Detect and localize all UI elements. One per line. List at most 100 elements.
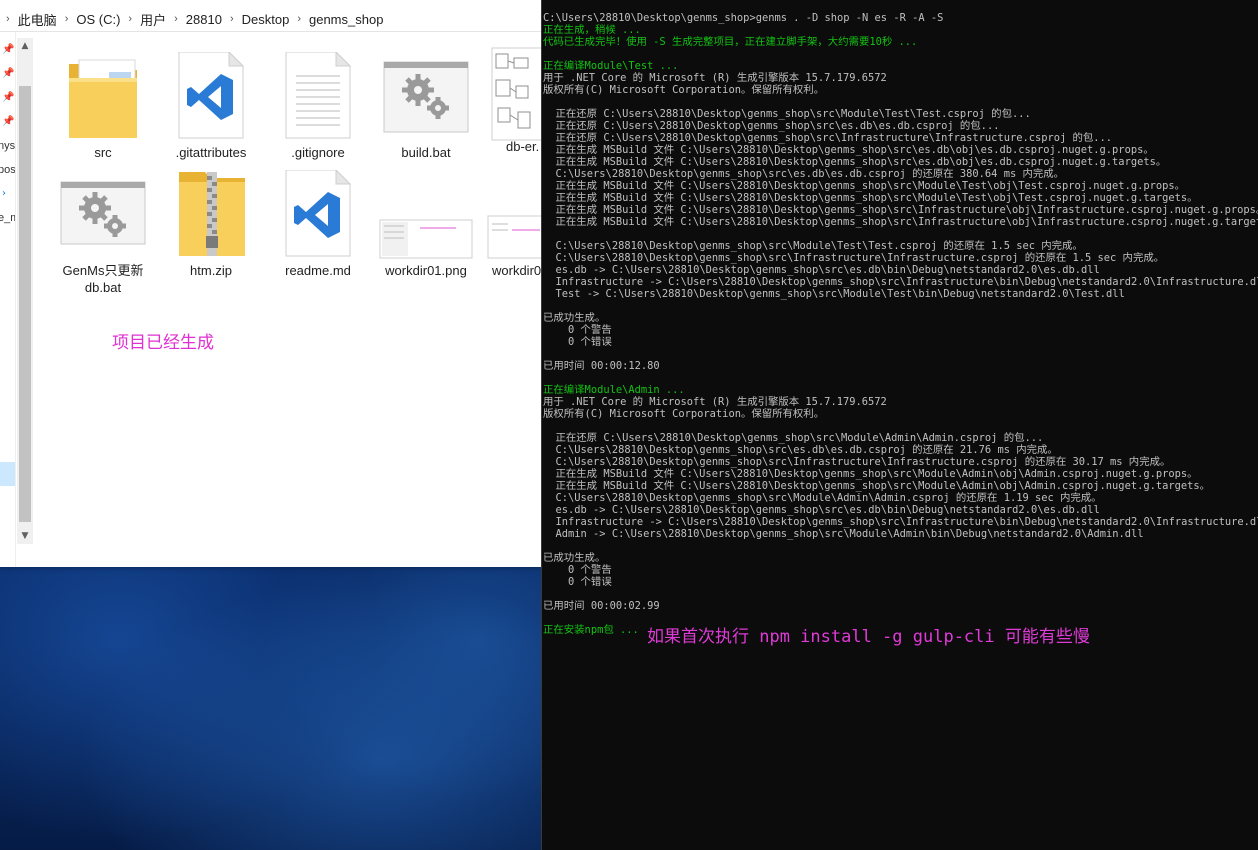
file-name: workdir01.png xyxy=(385,263,467,278)
npm-install-annotation: 如果首次执行 npm install -g gulp-cli 可能有些慢 xyxy=(647,627,1090,647)
terminal-line: 正在编译Module\Admin ... xyxy=(543,384,685,396)
terminal-line: C:\Users\28810\Desktop\genms_shop\src\In… xyxy=(543,456,1171,468)
terminal-line: 已成功生成。 xyxy=(543,312,606,324)
terminal-line: 版权所有(C) Microsoft Corporation。保留所有权利。 xyxy=(543,408,825,420)
terminal-line: 代码已生成完毕！使用 -S 生成完整项目，正在建立脚手架，大约需要10秒 ... xyxy=(543,36,918,48)
chevron-right-icon: › xyxy=(229,13,234,25)
terminal-line: 正在还原 C:\Users\28810\Desktop\genms_shop\s… xyxy=(543,432,1044,444)
terminal-line: C:\Users\28810\Desktop\genms_shop\src\Mo… xyxy=(543,240,1083,252)
terminal-line: Test -> C:\Users\28810\Desktop\genms_sho… xyxy=(543,288,1125,300)
terminal-line: 已成功生成。 xyxy=(543,552,606,564)
file-item-htm-zip[interactable]: htm.zip xyxy=(161,170,261,279)
nav-item-fragment[interactable]: pos xyxy=(0,164,15,176)
navigation-pane: 📌 📌 📌 📌 nys pos › e_m xyxy=(0,32,16,567)
terminal-line: 版权所有(C) Microsoft Corporation。保留所有权利。 xyxy=(543,84,825,96)
file-name: readme.md xyxy=(285,263,351,278)
file-item-build-bat[interactable]: build.bat xyxy=(376,52,476,161)
chevron-right-icon: › xyxy=(64,13,69,25)
chevron-right-icon: › xyxy=(6,13,10,25)
terminal-line: 用于 .NET Core 的 Microsoft (R) 生成引擎版本 15.7… xyxy=(543,396,887,408)
nav-item-fragment[interactable]: e_m xyxy=(0,212,15,224)
scroll-thumb[interactable] xyxy=(19,86,31,522)
terminal-line: 正在生成 MSBuild 文件 C:\Users\28810\Desktop\g… xyxy=(543,216,1258,228)
terminal-line: 正在生成 MSBuild 文件 C:\Users\28810\Desktop\g… xyxy=(543,192,1198,204)
terminal-window[interactable]: C:\Users\28810\Desktop\genms_shop>genms … xyxy=(541,0,1258,850)
file-item-readme-md[interactable]: readme.md xyxy=(268,168,368,279)
zip-folder-icon xyxy=(161,170,261,260)
terminal-line: 0 个警告 xyxy=(543,324,612,336)
breadcrumb-item-users[interactable]: 用户 xyxy=(140,10,166,29)
terminal-line: 正在编译Module\Test ... xyxy=(543,60,679,72)
terminal-line: es.db -> C:\Users\28810\Desktop\genms_sh… xyxy=(543,504,1100,516)
file-name: .gitattributes xyxy=(175,145,247,160)
terminal-line: 正在生成 MSBuild 文件 C:\Users\28810\Desktop\g… xyxy=(543,204,1258,216)
vscode-icon xyxy=(161,50,261,142)
file-item-db-er[interactable]: db-er. xyxy=(484,46,541,155)
terminal-line: 0 个错误 xyxy=(543,576,612,588)
batch-gear-icon xyxy=(53,170,153,260)
file-explorer-window: › 此电脑 › OS (C:) › 用户 › 28810 › Desktop ›… xyxy=(0,0,541,567)
batch-gear-icon xyxy=(376,52,476,142)
terminal-line: es.db -> C:\Users\28810\Desktop\genms_sh… xyxy=(543,264,1100,276)
file-name: htm.zip xyxy=(190,263,232,278)
terminal-line: 已用时间 00:00:12.80 xyxy=(543,360,660,372)
pin-icon: 📌 xyxy=(2,44,15,55)
file-item-workdir02[interactable]: workdir0 xyxy=(484,170,541,279)
terminal-line: 正在生成 MSBuild 文件 C:\Users\28810\Desktop\g… xyxy=(543,480,1211,492)
terminal-line: 正在还原 C:\Users\28810\Desktop\genms_shop\s… xyxy=(543,120,1000,132)
breadcrumb-item-user[interactable]: 28810 xyxy=(186,12,222,27)
folder-icon xyxy=(53,52,153,142)
terminal-line: 正在还原 C:\Users\28810\Desktop\genms_shop\s… xyxy=(543,108,1031,120)
terminal-line: Infrastructure -> C:\Users\28810\Desktop… xyxy=(543,516,1258,528)
terminal-line: C:\Users\28810\Desktop\genms_shop\src\In… xyxy=(543,252,1165,264)
terminal-line: 正在还原 C:\Users\28810\Desktop\genms_shop\s… xyxy=(543,132,1113,144)
terminal-line: 正在生成，稍候 ... xyxy=(543,24,641,36)
breadcrumb-item-genms-shop[interactable]: genms_shop xyxy=(309,12,383,27)
pin-icon: 📌 xyxy=(2,68,15,79)
file-item-workdir01-png[interactable]: workdir01.png xyxy=(376,170,476,279)
pin-icon: 📌 xyxy=(2,116,15,127)
terminal-line: 已用时间 00:00:02.99 xyxy=(543,600,660,612)
chevron-right-icon: › xyxy=(174,13,178,25)
chevron-right-icon: › xyxy=(128,13,133,25)
breadcrumb[interactable]: › 此电脑 › OS (C:) › 用户 › 28810 › Desktop ›… xyxy=(0,7,541,32)
file-item-gitignore[interactable]: .gitignore xyxy=(268,50,368,161)
terminal-line: C:\Users\28810\Desktop\genms_shop\src\Mo… xyxy=(543,492,1102,504)
file-name: src xyxy=(94,145,112,160)
breadcrumb-item-this-pc[interactable]: 此电脑 xyxy=(18,10,57,29)
image-thumbnail-icon xyxy=(376,170,476,260)
file-item-gitattributes[interactable]: .gitattributes xyxy=(161,50,261,161)
vscode-icon xyxy=(268,168,368,260)
terminal-line: 正在生成 MSBuild 文件 C:\Users\28810\Desktop\g… xyxy=(543,180,1186,192)
file-item-genms-db-bat[interactable]: GenMs只更新 db.bat xyxy=(53,170,153,296)
chevron-icon: › xyxy=(2,188,6,199)
terminal-line: 正在生成 MSBuild 文件 C:\Users\28810\Desktop\g… xyxy=(543,468,1198,480)
terminal-line: Infrastructure -> C:\Users\28810\Desktop… xyxy=(543,276,1258,288)
scroll-down-arrow-icon[interactable]: ▼ xyxy=(17,528,33,544)
file-name: workdir0 xyxy=(492,263,541,278)
terminal-line: 0 个警告 xyxy=(543,564,612,576)
vertical-scrollbar[interactable]: ▲ ▼ xyxy=(17,38,33,544)
nav-selected-item[interactable] xyxy=(0,462,15,486)
file-name: .gitignore xyxy=(291,145,345,160)
terminal-line: Admin -> C:\Users\28810\Desktop\genms_sh… xyxy=(543,528,1144,540)
terminal-line: C:\Users\28810\Desktop\genms_shop\src\es… xyxy=(543,168,1065,180)
terminal-line: C:\Users\28810\Desktop\genms_shop>genms … xyxy=(543,12,944,24)
terminal-line: 正在生成 MSBuild 文件 C:\Users\28810\Desktop\g… xyxy=(543,144,1154,156)
scroll-up-arrow-icon[interactable]: ▲ xyxy=(17,38,33,54)
file-name: GenMs只更新 db.bat xyxy=(62,263,144,295)
terminal-line: 0 个错误 xyxy=(543,336,612,348)
terminal-line: 正在安装npm包 ... xyxy=(543,624,639,636)
breadcrumb-item-desktop[interactable]: Desktop xyxy=(242,12,290,27)
chevron-right-icon: › xyxy=(297,13,301,25)
nav-item-fragment[interactable]: nys xyxy=(0,140,15,152)
breadcrumb-item-os-c[interactable]: OS (C:) xyxy=(76,12,120,27)
text-file-icon xyxy=(268,50,368,142)
image-thumbnail-icon xyxy=(484,46,541,142)
terminal-line: C:\Users\28810\Desktop\genms_shop\src\es… xyxy=(543,444,1058,456)
terminal-line: 用于 .NET Core 的 Microsoft (R) 生成引擎版本 15.7… xyxy=(543,72,887,84)
pin-icon: 📌 xyxy=(2,92,15,103)
terminal-line: 正在生成 MSBuild 文件 C:\Users\28810\Desktop\g… xyxy=(543,156,1167,168)
image-thumbnail-icon xyxy=(484,170,541,260)
file-item-src[interactable]: src xyxy=(53,52,153,161)
